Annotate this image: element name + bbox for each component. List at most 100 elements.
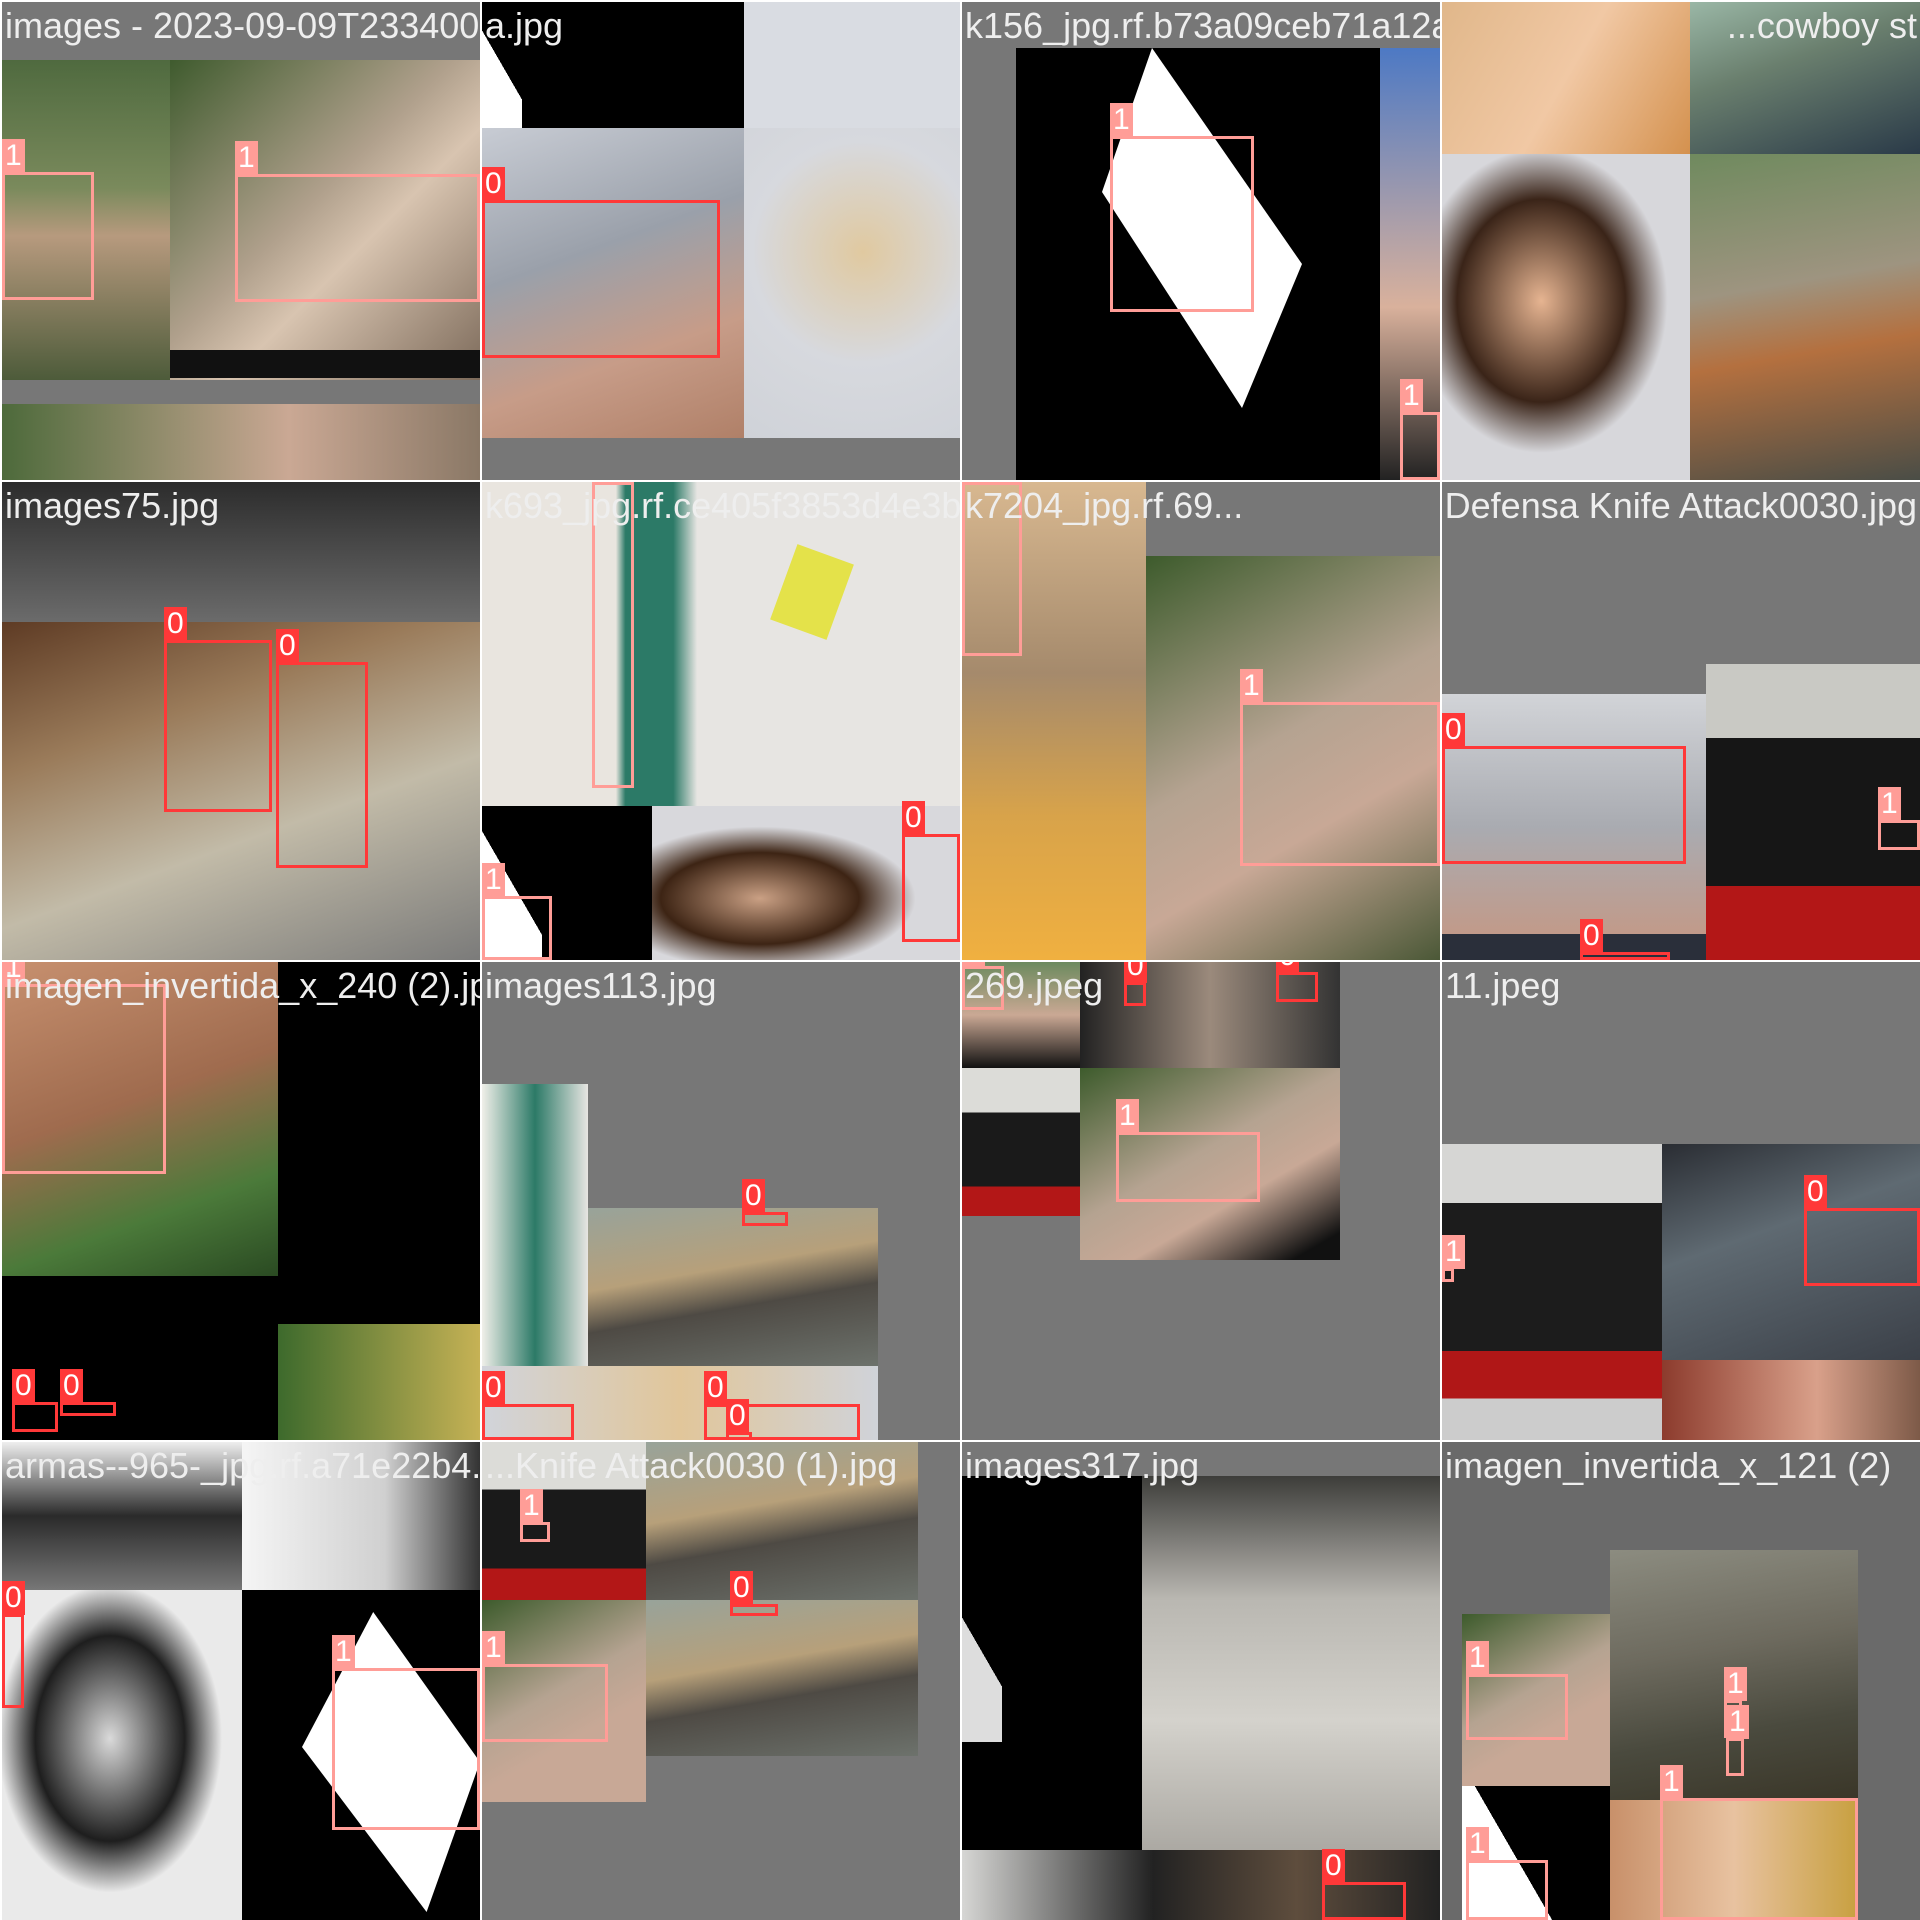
image-tile [1442, 154, 1690, 480]
class-label: 0 [482, 1371, 505, 1405]
detection-box: 1 [520, 1489, 550, 1542]
image-filename: imagen_invertida_x_240 (2).jpg [5, 965, 480, 1006]
mosaic-cell-1: images - 2023-09-09T233400.850.jpeg 1 1 [2, 2, 480, 480]
mosaic-grid: images - 2023-09-09T233400.850.jpeg 1 1 … [0, 0, 1920, 1920]
class-label: 1 [1400, 379, 1423, 413]
detection-box: 0 [1804, 1175, 1920, 1286]
image-filename: armas--965-_jpg.rf.a71e22b4... [5, 1445, 480, 1486]
class-label: 1 [592, 482, 615, 483]
image-tile [170, 350, 480, 378]
class-label: 1 [482, 1631, 505, 1665]
detection-box: 0 [482, 167, 720, 358]
image-tile [2, 1590, 242, 1920]
class-label: 1 [1240, 669, 1263, 703]
mosaic-cell-2: a.jpg 0 [482, 2, 960, 480]
class-label: 0 [742, 1179, 765, 1213]
image-tile [482, 482, 960, 806]
class-label: 1 [962, 482, 985, 483]
detection-box: 0 [1580, 919, 1670, 960]
class-label: 0 [1804, 1175, 1827, 1209]
image-filename: 269.jpeg [965, 965, 1104, 1006]
detection-box: 1 [1400, 379, 1440, 480]
class-label: 1 [1726, 1705, 1749, 1739]
class-label: 1 [520, 1489, 543, 1523]
class-label: 1 [1110, 103, 1133, 137]
detection-box: 0 [1442, 713, 1686, 864]
detection-box: 0 [12, 1369, 58, 1432]
mosaic-cell-10: images113.jpg 0 0 0 0 [482, 962, 960, 1440]
detection-box: 1 [482, 863, 552, 960]
class-label: 0 [726, 1399, 749, 1433]
class-label: 0 [2, 1581, 25, 1615]
class-label: 1 [235, 141, 258, 175]
detection-box: 1 [1660, 1765, 1858, 1920]
image-tile [1690, 154, 1920, 480]
detection-box: 1 [592, 482, 634, 788]
image-filename: k7204_jpg.rf.69... [965, 485, 1244, 526]
class-label: 0 [902, 801, 925, 835]
detection-box: 1 [2, 962, 166, 1174]
detection-box: 0 [726, 1399, 752, 1440]
class-label: 0 [704, 1371, 727, 1405]
mosaic-cell-16: imagen_invertida_x_121 (2) 1 1 1 1 1 [1442, 1442, 1920, 1920]
class-label: 0 [12, 1369, 35, 1403]
detection-box: 1 [235, 141, 480, 302]
detection-box: 0 [1322, 1849, 1406, 1920]
image-filename: ...cowboy st [1726, 5, 1917, 46]
detection-box: 0 [60, 1369, 116, 1416]
class-label: 0 [60, 1369, 83, 1403]
detection-box: 1 [332, 1635, 480, 1830]
class-label: 0 [730, 1571, 753, 1605]
class-label: 0 [1276, 962, 1299, 973]
class-label: 0 [164, 607, 187, 641]
mosaic-cell-11: 269.jpeg 1 0 0 1 [962, 962, 1440, 1440]
class-label: 1 [1442, 1235, 1465, 1269]
detection-box: 1 [1878, 787, 1920, 850]
detection-box: 1 [1466, 1641, 1568, 1740]
detection-box: 1 [1726, 1705, 1749, 1776]
class-label: 0 [276, 629, 299, 663]
mosaic-cell-8: ...Defensa Knife Attack0030.jpg 0 1 0 [1442, 482, 1920, 960]
image-filename: images113.jpg [485, 965, 717, 1006]
mosaic-cell-14: ...Knife Attack0030 (1).jpg 1 0 1 [482, 1442, 960, 1920]
image-tile [962, 1562, 1002, 1742]
detection-box: 0 [742, 1179, 788, 1226]
detection-box: 1 [1110, 103, 1254, 312]
mosaic-cell-7: k7204_jpg.rf.69... 1 1 [962, 482, 1440, 960]
detection-box: 1 [1240, 669, 1440, 866]
mosaic-cell-5: images75.jpg 0 0 [2, 482, 480, 960]
detection-box: 0 [1276, 962, 1318, 1002]
class-label: 1 [482, 863, 505, 897]
mosaic-cell-13: armas--965-_jpg.rf.a71e22b4... 0 1 [2, 1442, 480, 1920]
image-tile [962, 1068, 1080, 1216]
image-tile [744, 2, 960, 128]
detection-box: 1 [1442, 1235, 1465, 1282]
class-label: 1 [2, 139, 25, 173]
class-label: 0 [1124, 962, 1147, 983]
class-label: 0 [482, 167, 505, 201]
image-filename: 11.jpeg [1445, 965, 1561, 1006]
image-filename: k156_jpg.rf.b73a09ceb71a12a67ed63fdea6ca… [965, 5, 1440, 46]
image-filename: images - 2023-09-09T233400.850.jpeg [5, 5, 480, 46]
image-filename: ...Knife Attack0030 (1).jpg [485, 1445, 898, 1486]
class-label: 0 [1580, 919, 1603, 953]
detection-box: 1 [1466, 1827, 1548, 1920]
mosaic-cell-4: ...cowboy st [1442, 2, 1920, 480]
image-tile [646, 1600, 918, 1756]
class-label: 1 [1724, 1667, 1747, 1701]
class-label: 1 [332, 1635, 355, 1669]
detection-box: 1 [482, 1631, 608, 1742]
detection-box: 1 [2, 139, 94, 300]
detection-box: 0 [482, 1371, 574, 1440]
class-label: 1 [1660, 1765, 1683, 1799]
mosaic-cell-9: imagen_invertida_x_240 (2).jpg 1 0 0 [2, 962, 480, 1440]
image-tile [1142, 1476, 1440, 1884]
class-label: 1 [1466, 1641, 1489, 1675]
mosaic-cell-12: 11.jpeg 0 1 [1442, 962, 1920, 1440]
detection-box: 0 [2, 1581, 25, 1708]
image-filename: ...Defensa Knife Attack0030.jpg [1442, 485, 1917, 526]
class-label: 1 [1466, 1827, 1489, 1861]
class-label: 0 [1322, 1849, 1345, 1883]
class-label: 0 [1442, 713, 1465, 747]
mosaic-cell-15: images317.jpg 0 [962, 1442, 1440, 1920]
